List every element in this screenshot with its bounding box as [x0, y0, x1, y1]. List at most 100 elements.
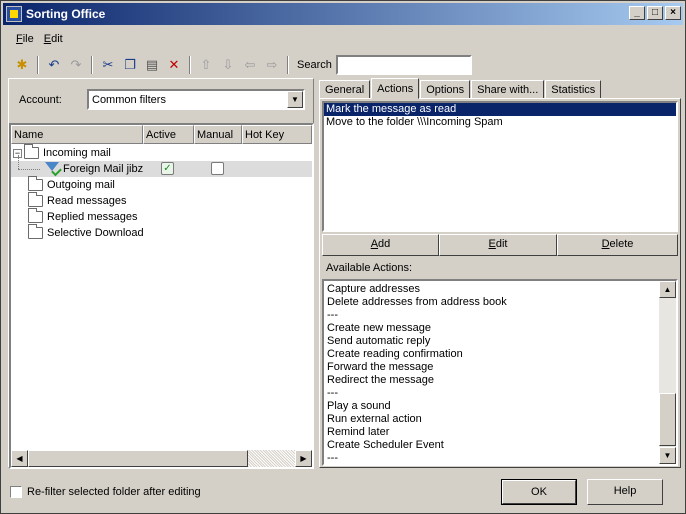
copy-icon[interactable]: ❐	[119, 55, 141, 75]
add-button[interactable]: Add	[322, 234, 439, 256]
filter-icon	[45, 162, 60, 176]
window-title: Sorting Office	[26, 7, 106, 21]
maximize-button[interactable]: □	[647, 6, 663, 20]
undo-icon[interactable]: ↶	[43, 55, 65, 75]
column-manual[interactable]: Manual	[194, 125, 242, 144]
folder-icon	[28, 192, 43, 207]
filter-details-panel: General Actions Options Share with... St…	[315, 78, 681, 468]
filters-panel: Account: Common filters ▼ Name Active Ma…	[8, 78, 314, 469]
redo-icon[interactable]: ↷	[65, 55, 87, 75]
ok-button[interactable]: OK	[501, 479, 577, 505]
tab-general[interactable]: General	[319, 80, 371, 99]
edit-button[interactable]: Edit	[439, 234, 557, 256]
close-button[interactable]: ×	[665, 6, 681, 20]
tree-item-label: Outgoing mail	[47, 179, 115, 191]
help-button[interactable]: Help	[587, 479, 663, 505]
available-actions-label: Available Actions:	[326, 262, 413, 274]
list-item[interactable]: Forward the message	[325, 361, 659, 374]
list-item[interactable]: ---	[325, 452, 659, 465]
horizontal-scrollbar[interactable]: ◀ ▶	[11, 450, 312, 467]
move-down-icon[interactable]: ⇩	[217, 55, 239, 75]
vertical-scrollbar[interactable]: ▲ ▼	[659, 281, 676, 464]
menu-file[interactable]: File	[11, 31, 39, 47]
list-item[interactable]: Redirect the message	[325, 374, 659, 387]
manual-checkbox[interactable]	[211, 162, 224, 175]
paste-icon[interactable]: ▤	[141, 55, 163, 75]
move-left-icon[interactable]: ⇦	[239, 55, 261, 75]
tab-options[interactable]: Options	[420, 80, 471, 99]
list-item[interactable]: Send automatic reply	[325, 335, 659, 348]
scroll-left-icon[interactable]: ◀	[11, 450, 28, 467]
menu-edit[interactable]: Edit	[39, 31, 68, 47]
list-item[interactable]: Run external action	[325, 413, 659, 426]
delete-icon[interactable]: ✕	[163, 55, 185, 75]
toolbar-separator	[189, 56, 191, 74]
list-item[interactable]: Mark the message as read	[324, 103, 676, 116]
ok-button-label: OK	[502, 480, 576, 504]
list-item[interactable]: Capture addresses	[325, 283, 659, 296]
active-checkbox[interactable]: ✓	[161, 162, 174, 175]
scroll-down-icon[interactable]: ▼	[659, 447, 676, 464]
tree-item-read-messages[interactable]: Read messages	[11, 192, 312, 209]
list-item[interactable]: Create Scheduler Event	[325, 439, 659, 452]
toolbar-separator	[287, 56, 289, 74]
search-input[interactable]	[335, 55, 472, 75]
list-item[interactable]: ---	[325, 309, 659, 322]
account-label: Account:	[19, 93, 62, 106]
new-filter-icon[interactable]: ✱	[11, 55, 33, 75]
list-item[interactable]: Move to the folder \\\Incoming Spam	[324, 116, 676, 129]
move-right-icon[interactable]: ⇨	[261, 55, 283, 75]
column-active[interactable]: Active	[143, 125, 194, 144]
tree-item-incoming-mail[interactable]: − Incoming mail	[11, 144, 312, 161]
tree-item-label: Foreign Mail jibz	[63, 163, 144, 175]
search-label: Search	[297, 59, 332, 71]
tree-header: Name Active Manual Hot Key	[11, 125, 312, 144]
tab-statistics[interactable]: Statistics	[545, 80, 602, 99]
tab-share-with[interactable]: Share with...	[471, 80, 545, 99]
tree-item-selective-download[interactable]: Selective Download	[11, 224, 312, 241]
available-actions-list[interactable]: Capture addresses Delete addresses from a…	[322, 279, 678, 466]
tree-item-outgoing-mail[interactable]: Outgoing mail	[11, 176, 312, 193]
delete-button[interactable]: Delete	[557, 234, 678, 256]
tree-item-label: Incoming mail	[43, 147, 111, 159]
account-selected-value: Common filters	[92, 93, 166, 106]
actions-list[interactable]: Mark the message as read Move to the fol…	[322, 101, 678, 232]
account-select[interactable]: Common filters ▼	[87, 89, 305, 110]
refilter-checkbox[interactable]	[10, 486, 22, 498]
dropdown-arrow-icon[interactable]: ▼	[287, 91, 303, 108]
column-hot-key[interactable]: Hot Key	[242, 125, 312, 144]
list-item[interactable]: Create new message	[325, 322, 659, 335]
scroll-thumb[interactable]	[28, 450, 248, 467]
scroll-right-icon[interactable]: ▶	[295, 450, 312, 467]
actions-tab-content: Mark the message as read Move to the fol…	[319, 98, 681, 468]
filter-tree[interactable]: Name Active Manual Hot Key − Incoming ma…	[9, 123, 314, 469]
list-item[interactable]: ---	[325, 387, 659, 400]
toolbar-separator	[91, 56, 93, 74]
minimize-button[interactable]: _	[629, 6, 645, 20]
tree-item-replied-messages[interactable]: Replied messages	[11, 208, 312, 225]
tree-item-label: Selective Download	[47, 227, 144, 239]
list-item[interactable]: Create reading confirmation	[325, 348, 659, 361]
tree-item-label: Read messages	[47, 195, 127, 207]
list-item[interactable]: Remind later	[325, 426, 659, 439]
dialog-footer: Re-filter selected folder after editing …	[1, 471, 685, 511]
refilter-option[interactable]: Re-filter selected folder after editing	[10, 486, 201, 498]
scroll-track[interactable]	[248, 450, 295, 467]
title-bar: Sorting Office _ □ ×	[3, 3, 683, 25]
tree-item-foreign-mail-jibz[interactable]: Foreign Mail jibz ✓	[11, 155, 312, 177]
tree-connector	[18, 155, 19, 169]
app-icon	[6, 6, 22, 22]
folder-icon	[28, 176, 43, 191]
folder-icon	[28, 208, 43, 223]
scroll-up-icon[interactable]: ▲	[659, 281, 676, 298]
toolbar: ✱ ↶ ↷ ✂ ❐ ▤ ✕ ⇧ ⇩ ⇦ ⇨ Search	[11, 53, 475, 77]
column-name[interactable]: Name	[11, 125, 143, 144]
list-item[interactable]: Delete addresses from address book	[325, 296, 659, 309]
cut-icon[interactable]: ✂	[97, 55, 119, 75]
scroll-thumb[interactable]	[659, 393, 676, 446]
tree-item-label: Replied messages	[47, 211, 138, 223]
list-item[interactable]: Play a sound	[325, 400, 659, 413]
tab-actions[interactable]: Actions	[371, 78, 420, 99]
sorting-office-window: Sorting Office _ □ × File Edit ✱ ↶ ↷ ✂ ❐…	[0, 0, 686, 514]
move-up-icon[interactable]: ⇧	[195, 55, 217, 75]
